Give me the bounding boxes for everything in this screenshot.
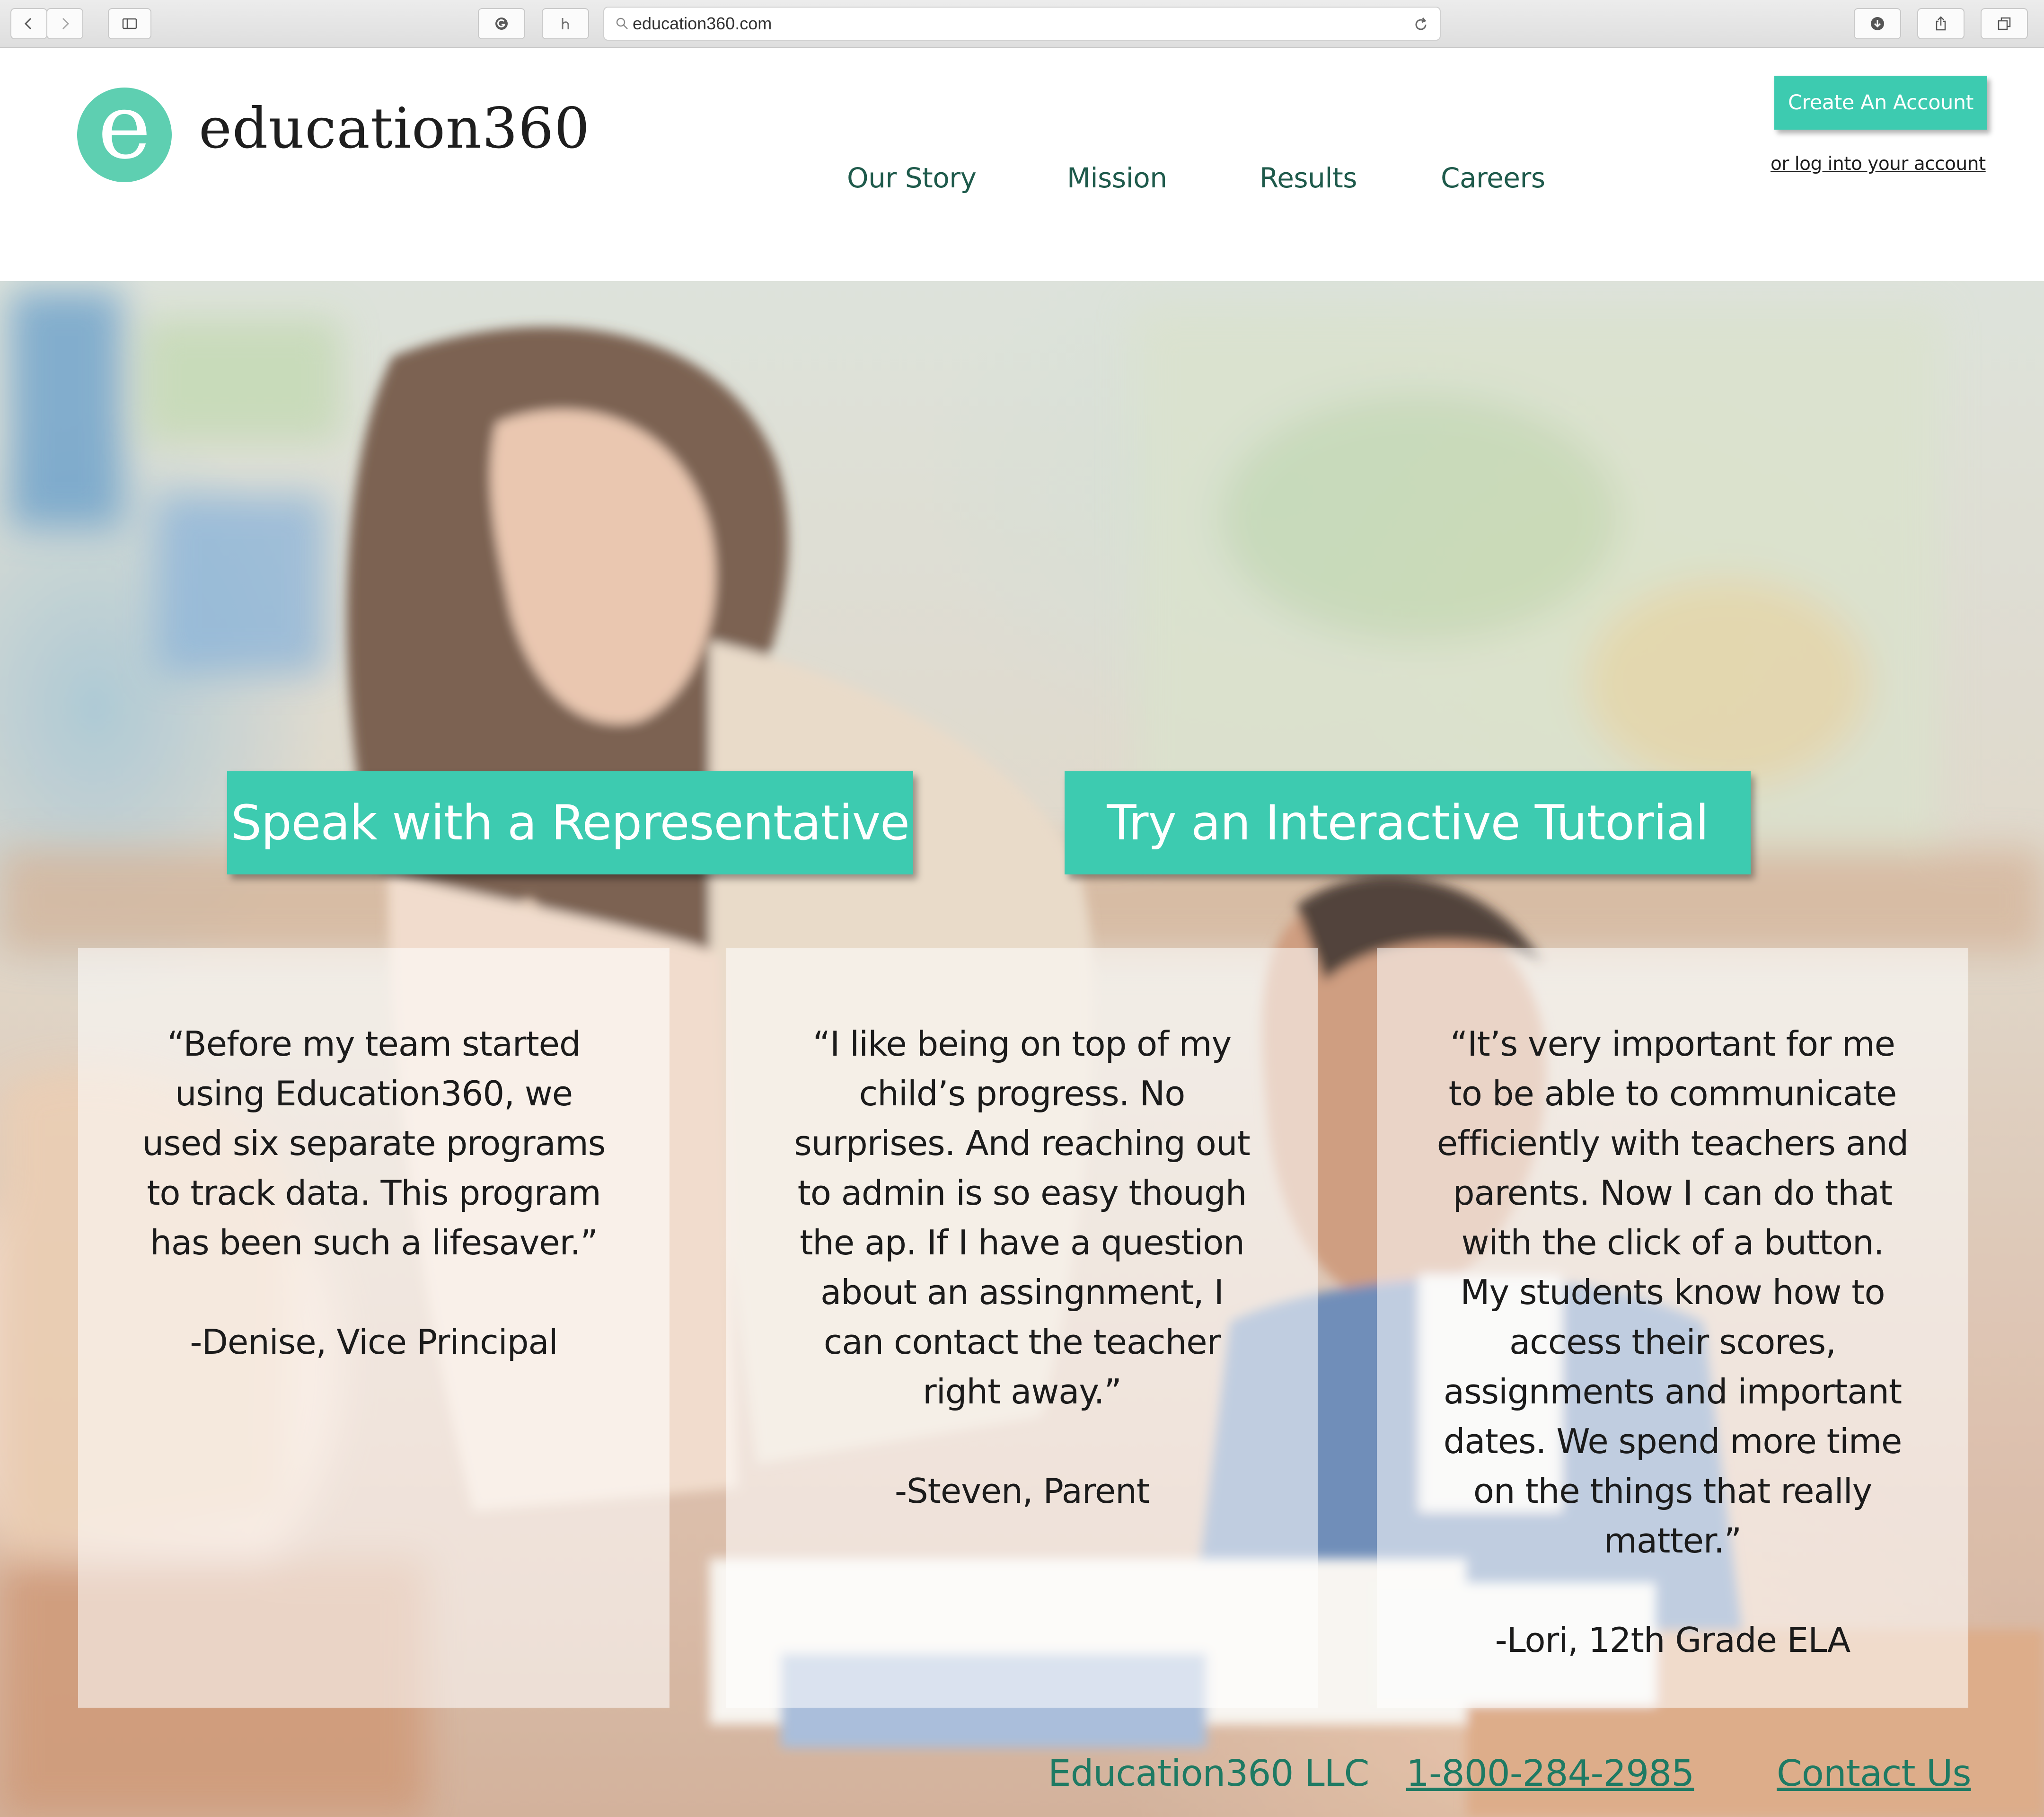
speak-representative-button[interactable]: Speak with a Representative xyxy=(227,771,913,874)
testimonial-author: -Lori, 12th Grade ELA xyxy=(1495,1620,1851,1660)
reload-icon[interactable] xyxy=(1412,16,1429,33)
sidebar-button[interactable] xyxy=(108,8,151,39)
nav-careers[interactable]: Careers xyxy=(1441,162,1545,194)
testimonial-author: -Steven, Parent xyxy=(894,1471,1150,1511)
footer-phone-link[interactable]: 1-800-284-2985 xyxy=(1406,1753,1694,1795)
svg-text:e: e xyxy=(98,88,151,179)
testimonial-quote: “It’s very important for me to be able t… xyxy=(1436,1024,1909,1561)
tabs-icon xyxy=(1998,17,2011,30)
testimonial-author: -Denise, Vice Principal xyxy=(190,1322,558,1362)
brand-name[interactable]: education360 xyxy=(199,100,590,156)
nav-results[interactable]: Results xyxy=(1260,162,1357,194)
grammarly-icon xyxy=(495,18,508,30)
tabs-button[interactable] xyxy=(1981,8,2028,39)
create-account-button[interactable]: Create An Account xyxy=(1774,76,1987,130)
url-text[interactable]: education360.com xyxy=(633,14,772,34)
nav-our-story[interactable]: Our Story xyxy=(847,162,977,194)
testimonial-card-lori: “It’s very important for me to be able t… xyxy=(1377,948,1968,1708)
testimonial-card-steven: “I like being on top of my child’s progr… xyxy=(726,948,1318,1708)
back-button[interactable] xyxy=(10,8,47,39)
logo[interactable]: e xyxy=(77,74,172,182)
chevron-left-icon xyxy=(24,18,32,30)
testimonial-card-denise: “Before my team started using Education3… xyxy=(78,948,670,1708)
share-button[interactable] xyxy=(1917,8,1965,39)
testimonial-quote: “Before my team started using Education3… xyxy=(142,1024,606,1262)
share-icon xyxy=(1936,16,1946,31)
honey-icon xyxy=(562,18,569,29)
downloads-button[interactable] xyxy=(1854,8,1901,39)
login-link[interactable]: or log into your account xyxy=(1771,153,1986,175)
hero-section: Speak with a Representative Try an Inter… xyxy=(0,281,2044,1817)
site-header: e education360 Our Story Mission Results… xyxy=(0,48,2044,281)
logo-e-icon: e xyxy=(98,74,151,179)
browser-toolbar: education360.com xyxy=(0,0,2044,48)
testimonial-quote: “I like being on top of my child’s progr… xyxy=(794,1024,1250,1411)
honey-extension-button[interactable] xyxy=(542,8,589,39)
nav-mission[interactable]: Mission xyxy=(1067,162,1167,194)
forward-button[interactable] xyxy=(46,8,83,39)
search-icon xyxy=(616,18,628,29)
download-icon xyxy=(1871,17,1884,30)
grammarly-extension-button[interactable] xyxy=(478,8,525,39)
sidebar-icon xyxy=(122,18,137,29)
chevron-right-icon xyxy=(62,18,70,30)
footer-contact-link[interactable]: Contact Us xyxy=(1777,1753,1972,1795)
footer-company-name: Education360 LLC xyxy=(1048,1753,1369,1795)
interactive-tutorial-button[interactable]: Try an Interactive Tutorial xyxy=(1065,771,1751,874)
address-bar[interactable]: education360.com xyxy=(603,7,1441,41)
